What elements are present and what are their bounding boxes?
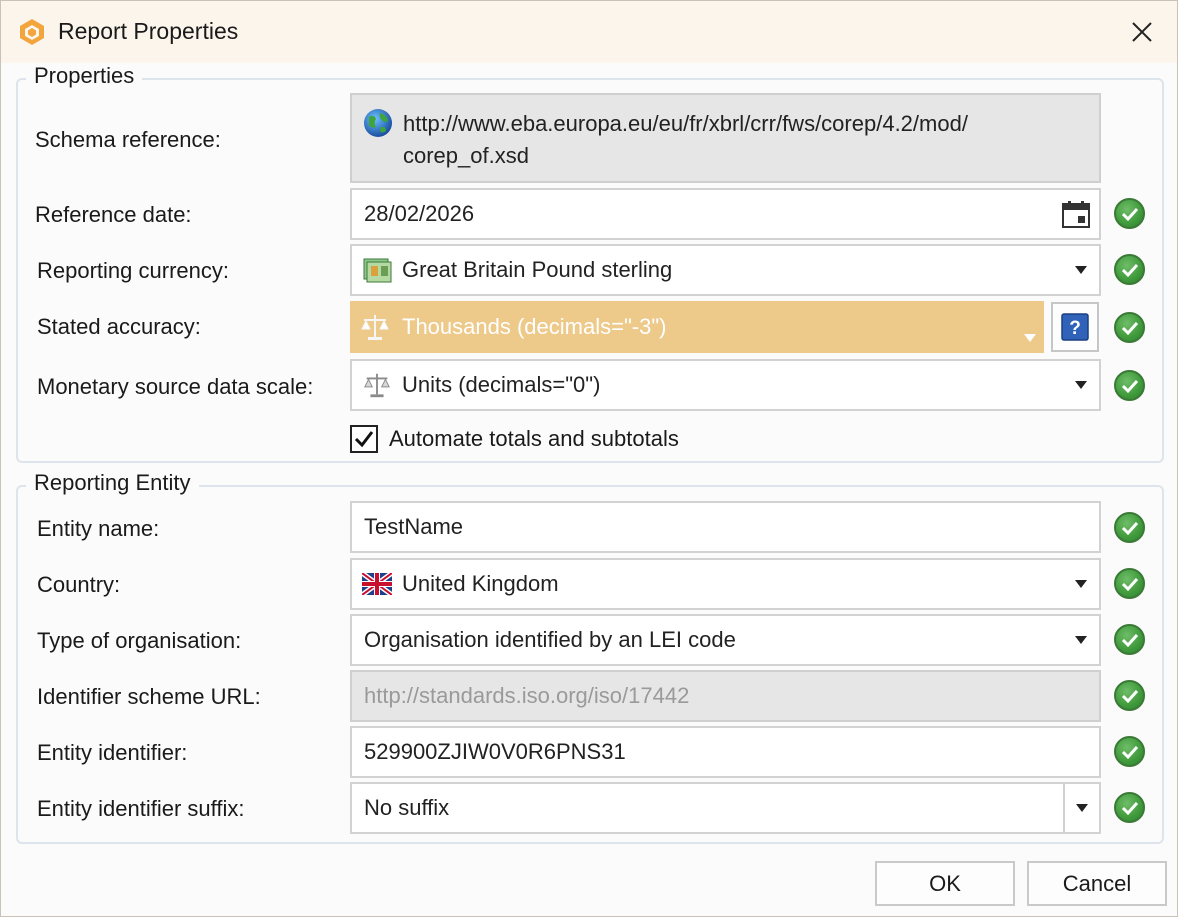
chevron-down-icon[interactable] bbox=[1063, 361, 1099, 409]
checkmark-icon bbox=[354, 431, 374, 448]
automate-totals-label[interactable]: Automate totals and subtotals bbox=[389, 426, 679, 452]
entity-identifier-value: 529900ZJIW0V0R6PNS31 bbox=[364, 739, 626, 764]
schema-reference-line1: http://www.eba.europa.eu/eu/fr/xbrl/crr/… bbox=[403, 111, 968, 136]
reference-date-value: 28/02/2026 bbox=[364, 201, 475, 226]
identifier-suffix-label: Entity identifier suffix: bbox=[37, 796, 245, 821]
schema-reference-field[interactable]: http://www.eba.europa.eu/eu/fr/xbrl/crr/… bbox=[350, 93, 1101, 183]
chevron-down-icon[interactable] bbox=[1063, 560, 1099, 608]
reporting-entity-legend: Reporting Entity bbox=[26, 470, 199, 496]
chevron-down-icon[interactable] bbox=[1063, 784, 1099, 832]
cancel-button[interactable]: Cancel bbox=[1027, 861, 1167, 906]
identifier-suffix-combobox[interactable]: No suffix bbox=[350, 782, 1101, 834]
properties-legend: Properties bbox=[26, 63, 143, 89]
scale-icon bbox=[362, 370, 392, 400]
reporting-currency-label: Reporting currency: bbox=[37, 258, 229, 283]
calendar-icon[interactable] bbox=[1061, 199, 1091, 229]
entity-name-input[interactable]: TestName bbox=[350, 501, 1101, 553]
organisation-type-value: Organisation identified by an LEI code bbox=[364, 627, 736, 652]
identifier-scheme-field[interactable]: http://standards.iso.org/iso/17442 bbox=[350, 670, 1101, 722]
country-value: United Kingdom bbox=[402, 571, 559, 596]
chevron-down-icon[interactable] bbox=[1063, 246, 1099, 294]
reference-date-valid-icon bbox=[1114, 198, 1145, 229]
ok-button[interactable]: OK bbox=[875, 861, 1015, 906]
help-button[interactable]: ? bbox=[1051, 302, 1099, 352]
reporting-currency-valid-icon bbox=[1114, 254, 1145, 285]
monetary-scale-dropdown[interactable]: Units (decimals="0") bbox=[350, 359, 1101, 411]
identifier-suffix-value: No suffix bbox=[364, 795, 450, 820]
schema-reference-line2: corep_of.xsd bbox=[403, 143, 529, 168]
reference-date-label: Reference date: bbox=[35, 202, 192, 227]
globe-icon bbox=[362, 107, 394, 139]
help-icon: ? bbox=[1061, 313, 1089, 341]
stated-accuracy-dropdown[interactable]: Thousands (decimals="-3") bbox=[350, 301, 1044, 353]
entity-name-label: Entity name: bbox=[37, 516, 160, 541]
identifier-scheme-valid-icon bbox=[1114, 680, 1145, 711]
schema-reference-label: Schema reference: bbox=[35, 127, 221, 152]
entity-name-valid-icon bbox=[1114, 512, 1145, 543]
stated-accuracy-valid-icon bbox=[1114, 312, 1145, 343]
chevron-down-icon[interactable] bbox=[1063, 616, 1099, 664]
identifier-scheme-value: http://standards.iso.org/iso/17442 bbox=[364, 683, 690, 708]
country-dropdown[interactable]: United Kingdom bbox=[350, 558, 1101, 610]
entity-identifier-label: Entity identifier: bbox=[37, 740, 188, 765]
entity-name-value: TestName bbox=[364, 514, 464, 539]
monetary-scale-label: Monetary source data scale: bbox=[37, 374, 314, 399]
stated-accuracy-label: Stated accuracy: bbox=[37, 314, 201, 339]
close-button[interactable] bbox=[1107, 1, 1177, 63]
uk-flag-icon bbox=[362, 569, 392, 599]
identifier-scheme-label: Identifier scheme URL: bbox=[37, 684, 261, 709]
entity-identifier-input[interactable]: 529900ZJIW0V0R6PNS31 bbox=[350, 726, 1101, 778]
svg-text:?: ? bbox=[1069, 318, 1081, 339]
organisation-type-dropdown[interactable]: Organisation identified by an LEI code bbox=[350, 614, 1101, 666]
chevron-down-icon[interactable] bbox=[1024, 322, 1036, 348]
reference-date-field[interactable]: 28/02/2026 bbox=[350, 188, 1101, 240]
window-title: Report Properties bbox=[58, 18, 239, 44]
banknote-icon bbox=[362, 255, 392, 285]
organisation-type-valid-icon bbox=[1114, 624, 1145, 655]
reporting-currency-value: Great Britain Pound sterling bbox=[402, 257, 673, 282]
stated-accuracy-value: Thousands (decimals="-3") bbox=[402, 314, 667, 339]
report-properties-dialog: Report Properties Properties Schema refe… bbox=[0, 0, 1178, 917]
reporting-currency-dropdown[interactable]: Great Britain Pound sterling bbox=[350, 244, 1101, 296]
country-valid-icon bbox=[1114, 568, 1145, 599]
title-bar: Report Properties bbox=[1, 1, 1177, 63]
scale-icon bbox=[359, 311, 391, 343]
monetary-scale-valid-icon bbox=[1114, 370, 1145, 401]
close-icon bbox=[1132, 22, 1152, 42]
monetary-scale-value: Units (decimals="0") bbox=[402, 372, 601, 397]
identifier-suffix-valid-icon bbox=[1114, 792, 1145, 823]
country-label: Country: bbox=[37, 572, 121, 597]
automate-totals-checkbox[interactable] bbox=[350, 425, 378, 453]
app-logo-icon bbox=[17, 17, 47, 47]
entity-identifier-valid-icon bbox=[1114, 736, 1145, 767]
organisation-type-label: Type of organisation: bbox=[37, 628, 242, 653]
